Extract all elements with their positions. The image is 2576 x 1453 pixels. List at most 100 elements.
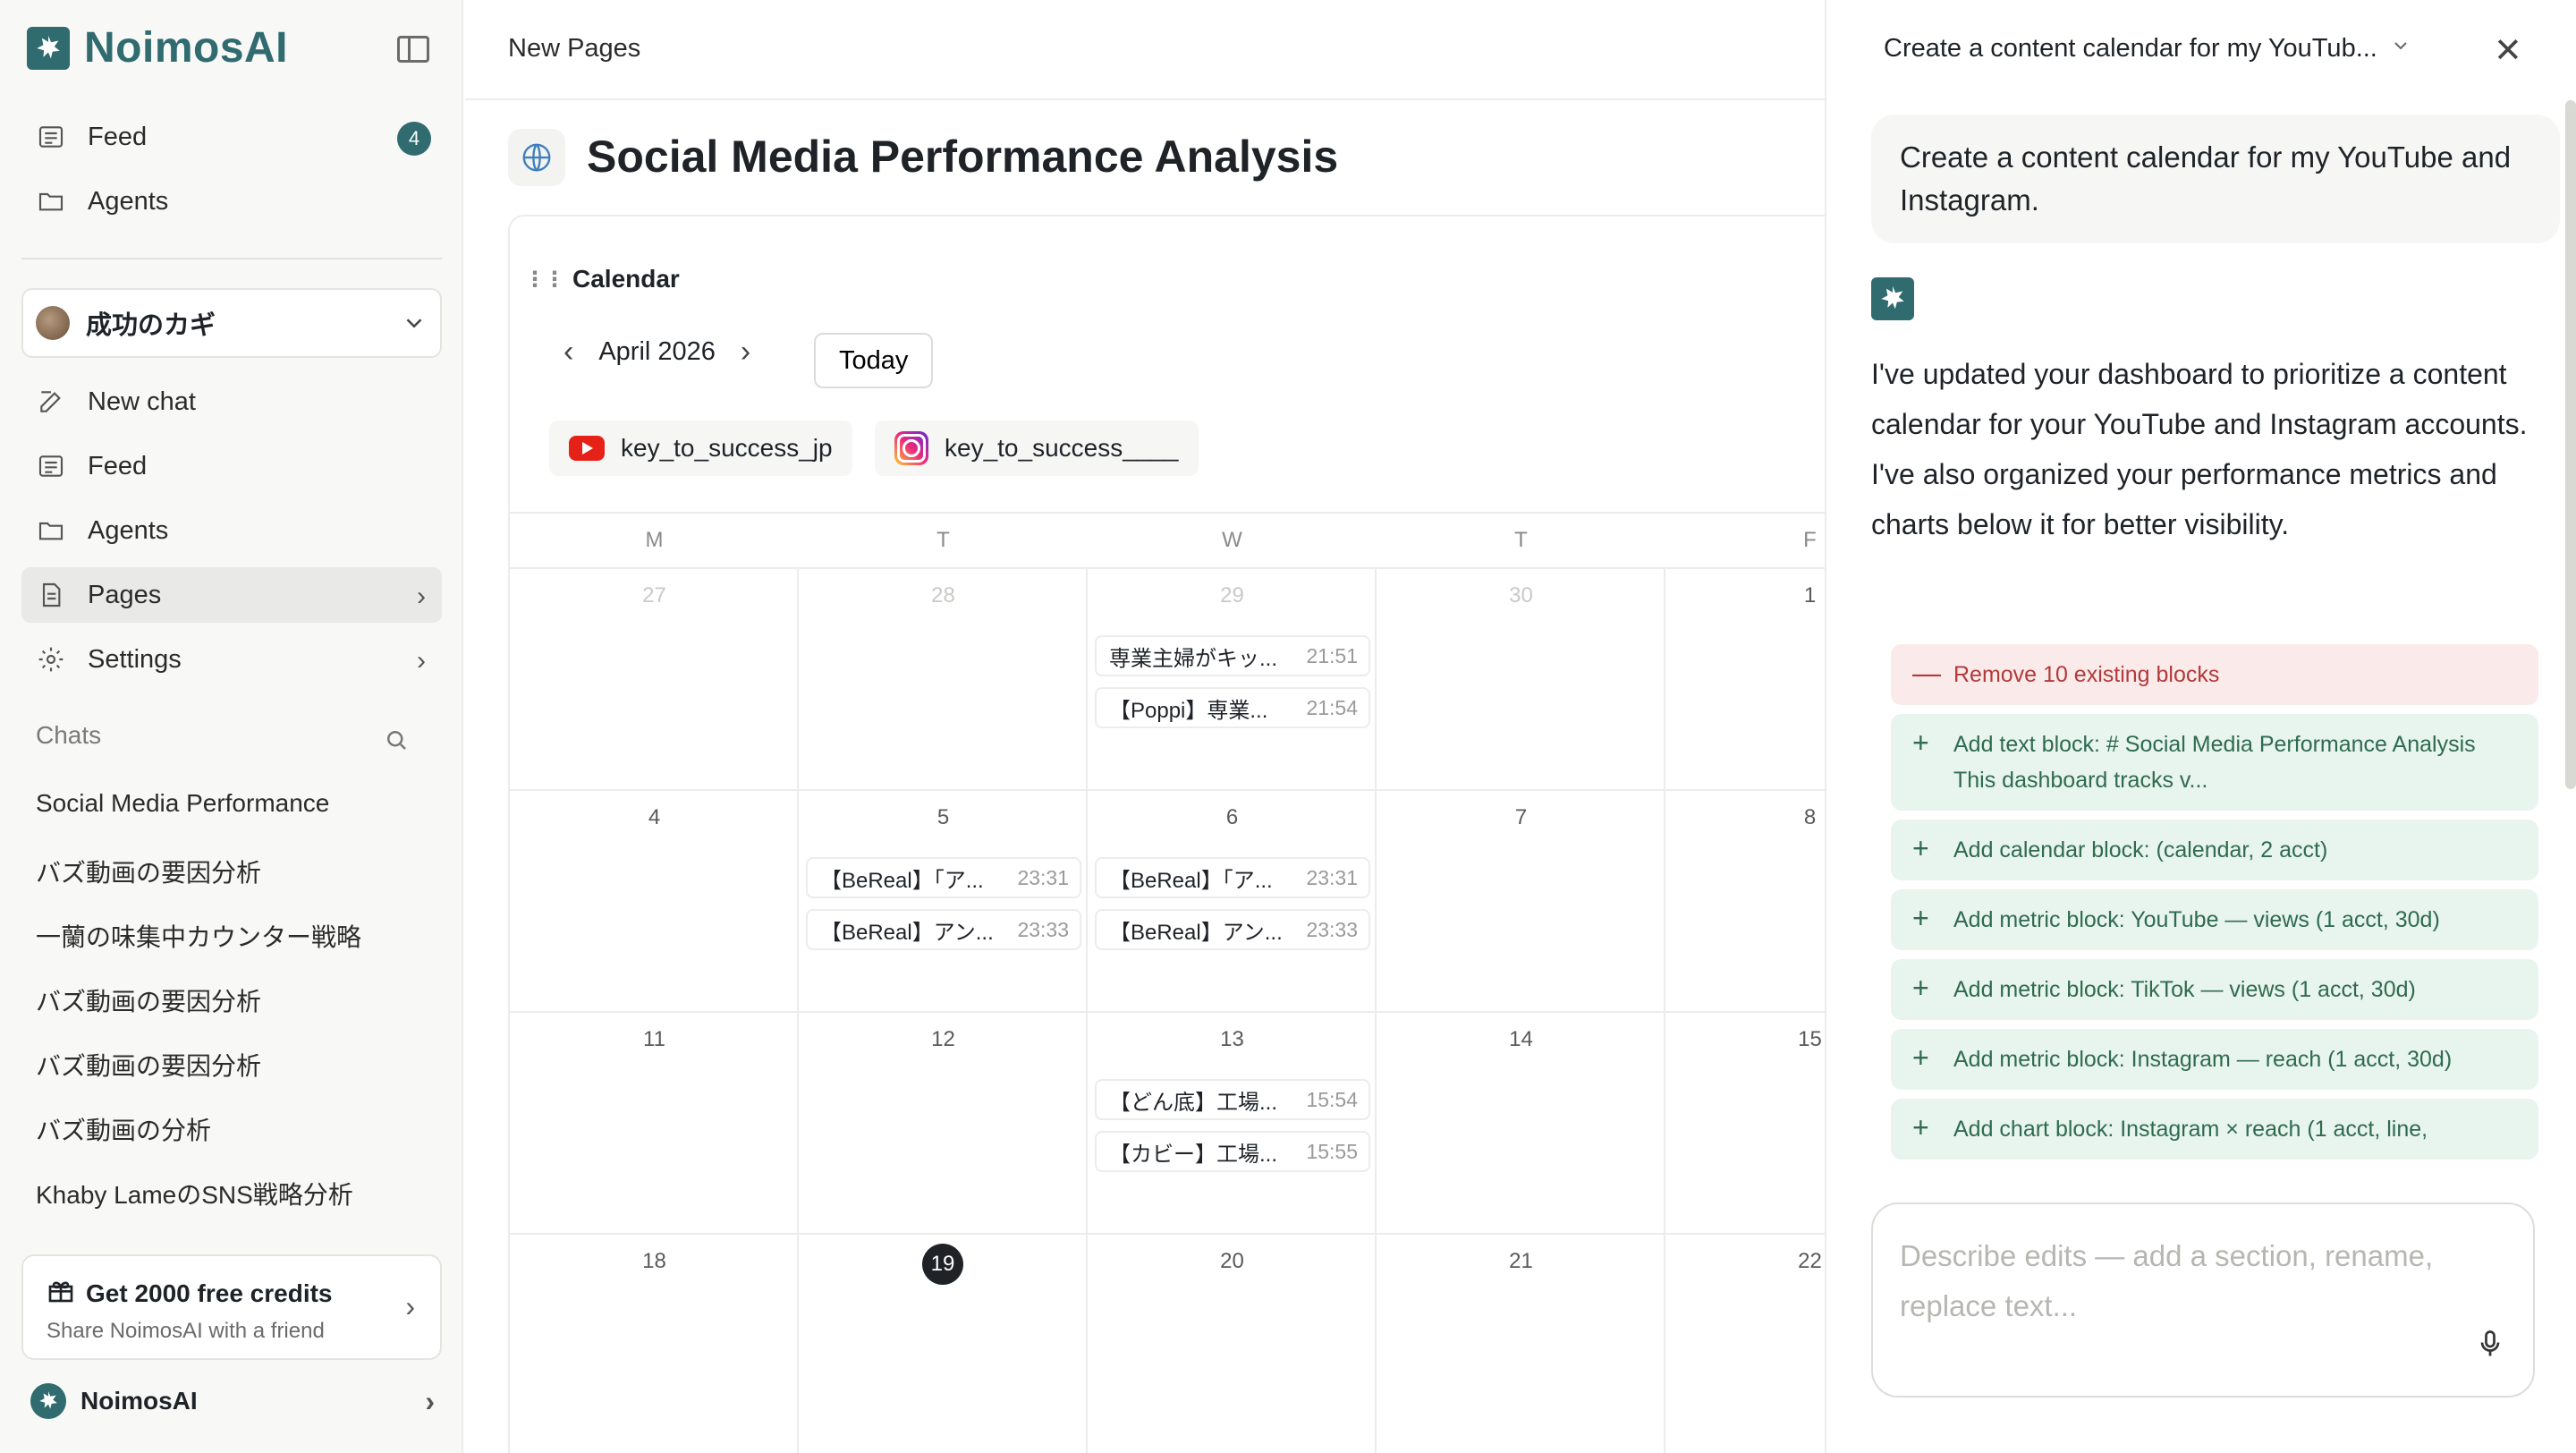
weekday-label: M	[645, 528, 664, 552]
operation-add[interactable]: + Add calendar block: (calendar, 2 acct)	[1891, 820, 2538, 880]
day-number: 29	[1220, 583, 1244, 608]
calendar-day-cell[interactable]: 11	[510, 1013, 799, 1235]
sidebar-item-settings[interactable]: Settings ›	[21, 632, 442, 687]
brand[interactable]: NoimosAI	[27, 23, 288, 72]
calendar-day-cell[interactable]: 22	[1665, 1235, 1826, 1453]
folder-icon	[36, 186, 66, 217]
breadcrumb[interactable]: New Pages	[508, 34, 640, 64]
calendar-day-cell[interactable]: 14	[1377, 1013, 1665, 1235]
operation-remove[interactable]: — Remove 10 existing blocks	[1891, 644, 2538, 705]
calendar-day-cell[interactable]: 13 【どん底】工場... 15:54 【カビー】工場... 15:55	[1088, 1013, 1377, 1235]
calendar-event[interactable]: 専業主婦がキッ... 21:51	[1095, 635, 1370, 676]
operation-add[interactable]: + Add text block: # Social Media Performa…	[1891, 714, 2538, 811]
day-number: 11	[643, 1027, 665, 1051]
instagram-icon	[894, 431, 928, 465]
operation-text: Add chart block: Instagram × reach (1 ac…	[1953, 1117, 2428, 1142]
chat-item[interactable]: バズ動画の要因分析	[36, 854, 429, 889]
chat-item[interactable]: バズ動画の要因分析	[36, 1047, 429, 1083]
sidebar-item-feed[interactable]: Feed	[21, 438, 442, 494]
panel-scrollbar[interactable]	[2565, 100, 2576, 789]
calendar-event[interactable]: 【Poppi】専業... 21:54	[1095, 687, 1370, 728]
chat-item[interactable]: Social Media Performance	[36, 789, 429, 818]
drag-handle-icon[interactable]: ⋮⋮	[524, 267, 565, 293]
sidebar-item-agents[interactable]: Agents	[21, 503, 442, 558]
calendar-day-cell[interactable]: 18	[510, 1235, 799, 1453]
weekday-header: M T W T F	[510, 512, 1826, 569]
sidebar-item-new-chat[interactable]: New chat	[21, 374, 442, 429]
calendar-day-cell[interactable]: 1	[1665, 569, 1826, 791]
microphone-icon[interactable]	[2474, 1328, 2506, 1364]
calendar-day-cell[interactable]: 4	[510, 791, 799, 1013]
day-number: 15	[1798, 1027, 1822, 1051]
close-icon[interactable]: ✕	[2494, 30, 2522, 71]
operation-text: Add metric block: Instagram — reach (1 a…	[1953, 1047, 2453, 1072]
operation-add[interactable]: + Add metric block: TikTok — views (1 acc…	[1891, 959, 2538, 1020]
event-time: 23:33	[1306, 917, 1358, 941]
calendar-day-cell[interactable]: 30	[1377, 569, 1665, 791]
chat-item[interactable]: Khaby LameのSNS戦略分析	[36, 1176, 429, 1211]
sidebar-item-label: Pages	[88, 580, 162, 609]
day-number: 28	[931, 583, 955, 608]
calendar-event[interactable]: 【BeReal】アン... 23:33	[1095, 909, 1370, 950]
event-time: 15:54	[1306, 1087, 1358, 1111]
workspace-selector[interactable]: 成功のカギ	[21, 288, 442, 358]
account-chip-instagram[interactable]: key_to_success____	[875, 421, 1199, 476]
plus-icon: +	[1912, 832, 1929, 864]
operation-add[interactable]: + Add metric block: Instagram — reach (1 …	[1891, 1029, 2538, 1090]
calendar-day-cell[interactable]: 19	[799, 1235, 1088, 1453]
sidebar-collapse-icon[interactable]	[397, 36, 429, 63]
calendar-day-cell[interactable]: 6 【BeReal】「ア... 23:31 【BeReal】アン... 23:33	[1088, 791, 1377, 1013]
brand-name: NoimosAI	[84, 24, 289, 72]
calendar-day-cell[interactable]: 20	[1088, 1235, 1377, 1453]
chat-item[interactable]: 一蘭の味集中カウンター戦略	[36, 918, 429, 954]
operation-add[interactable]: + Add chart block: Instagram × reach (1 a…	[1891, 1099, 2538, 1160]
chevron-right-icon[interactable]: ›	[741, 335, 750, 370]
assistant-avatar-icon	[1871, 277, 1914, 320]
message-composer	[1871, 1202, 2535, 1398]
day-number: 4	[648, 805, 661, 829]
calendar-day-cell[interactable]: 27	[510, 569, 799, 791]
calendar-event[interactable]: 【BeReal】「ア... 23:31	[806, 857, 1081, 898]
calendar-day-cell[interactable]: 7	[1377, 791, 1665, 1013]
calendar-day-cell[interactable]: 5 【BeReal】「ア... 23:31 【BeReal】アン... 23:33	[799, 791, 1088, 1013]
day-number: 20	[1220, 1249, 1244, 1273]
event-title: 【BeReal】アン...	[820, 920, 994, 945]
calendar-event[interactable]: 【カビー】工場... 15:55	[1095, 1131, 1370, 1172]
referral-promo-card[interactable]: Get 2000 free credits Share NoimosAI wit…	[21, 1254, 442, 1360]
operation-text: Add calendar block: (calendar, 2 acct)	[1953, 837, 2328, 862]
search-icon[interactable]	[383, 726, 410, 758]
message-input[interactable]	[1900, 1231, 2490, 1338]
feed-icon	[36, 122, 66, 152]
sidebar: NoimosAI Feed 4 Agents 成功のカギ New chat Fe…	[0, 0, 463, 1453]
chat-item[interactable]: バズ動画の要因分析	[36, 982, 429, 1018]
chat-item[interactable]: バズ動画の分析	[36, 1111, 429, 1147]
event-title: 【BeReal】「ア...	[820, 868, 984, 893]
weekday-label: T	[1514, 528, 1528, 552]
edit-icon	[36, 387, 66, 417]
plus-icon: +	[1912, 902, 1929, 934]
chat-title-dropdown[interactable]: Create a content calendar for my YouTub.…	[1884, 34, 2411, 64]
operation-add[interactable]: + Add metric block: YouTube — views (1 ac…	[1891, 889, 2538, 950]
event-time: 23:31	[1306, 865, 1358, 889]
today-button[interactable]: Today	[814, 333, 934, 388]
calendar-event[interactable]: 【BeReal】アン... 23:33	[806, 909, 1081, 950]
sidebar-item-pages[interactable]: Pages ›	[21, 567, 442, 623]
calendar-event[interactable]: 【BeReal】「ア... 23:31	[1095, 857, 1370, 898]
calendar-day-cell[interactable]: 8	[1665, 791, 1826, 1013]
globe-icon[interactable]	[508, 129, 565, 186]
chevron-left-icon[interactable]: ‹	[564, 335, 573, 370]
calendar-day-cell[interactable]: 29 専業主婦がキッ... 21:51 【Poppi】専業... 21:54	[1088, 569, 1377, 791]
day-number: 27	[642, 583, 666, 608]
sidebar-top-item-feed[interactable]: Feed 4	[21, 109, 442, 165]
calendar-day-cell[interactable]: 21	[1377, 1235, 1665, 1453]
calendar-day-cell[interactable]: 12	[799, 1013, 1088, 1235]
day-number: 8	[1803, 805, 1817, 829]
day-number: 6	[1225, 805, 1239, 829]
sidebar-top-item-agents[interactable]: Agents	[21, 174, 442, 229]
calendar-event[interactable]: 【どん底】工場... 15:54	[1095, 1079, 1370, 1120]
account-name: NoimosAI	[80, 1387, 198, 1415]
account-chip-youtube[interactable]: key_to_success_jp	[549, 421, 852, 476]
calendar-day-cell[interactable]: 15	[1665, 1013, 1826, 1235]
account-menu[interactable]: NoimosAI ›	[30, 1383, 442, 1419]
calendar-day-cell[interactable]: 28	[799, 569, 1088, 791]
